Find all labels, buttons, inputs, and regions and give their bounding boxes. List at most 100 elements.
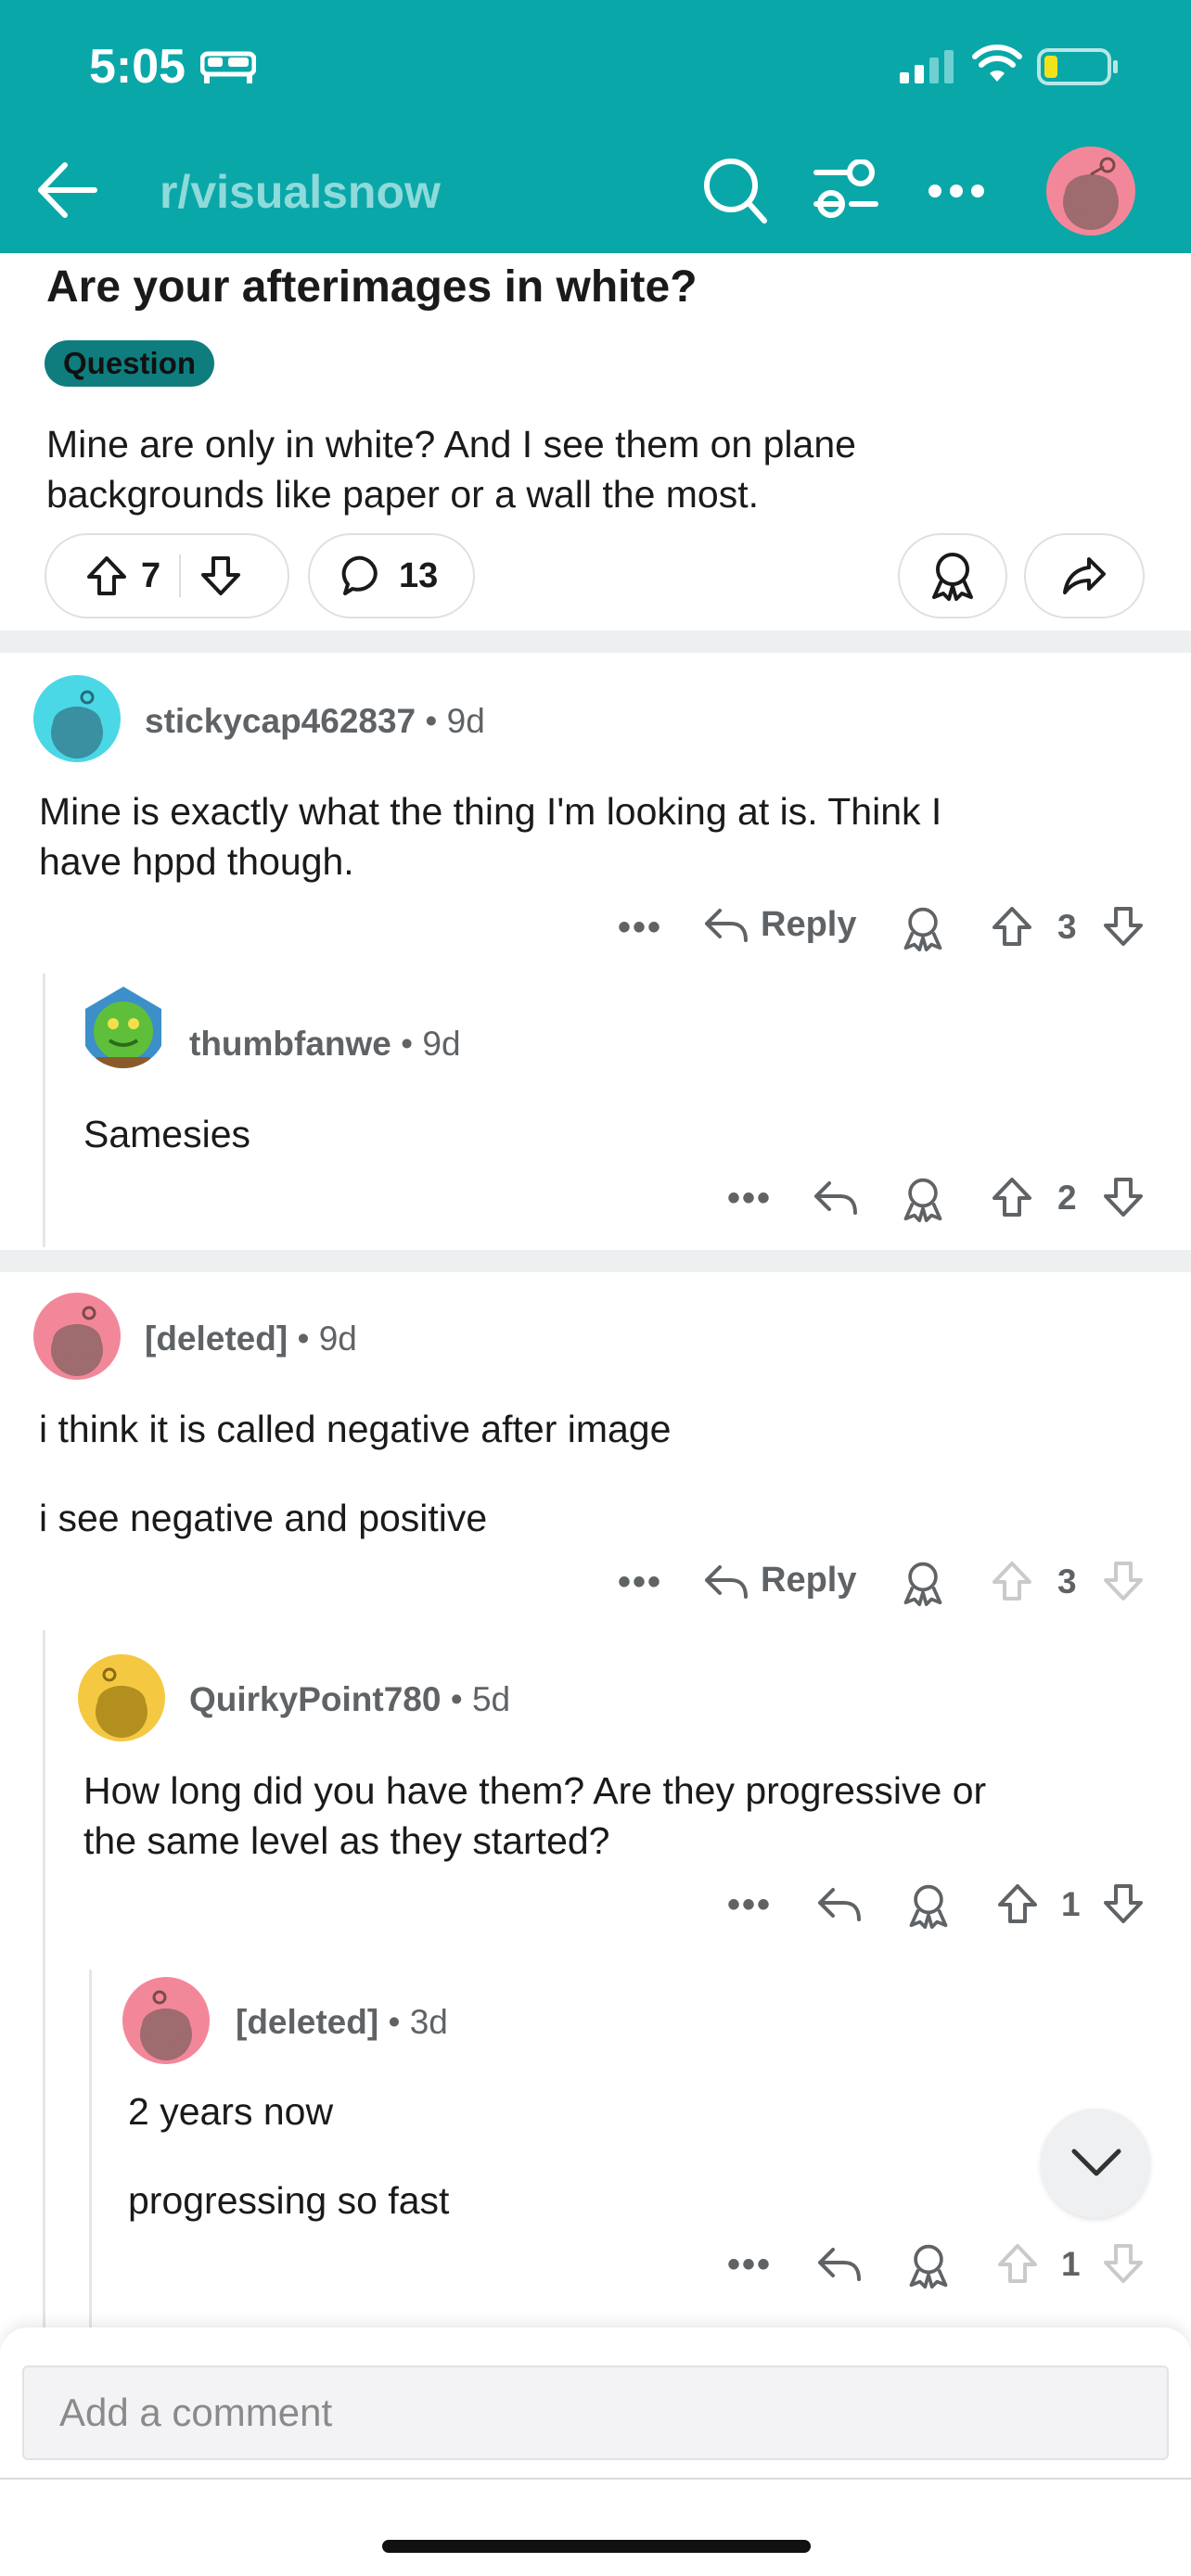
upvote-icon[interactable]	[991, 1560, 1033, 1602]
dot-separator: •	[401, 1025, 414, 1063]
comment-input[interactable]: Add a comment	[22, 2366, 1169, 2460]
comment-icon	[341, 555, 384, 597]
section-separator	[0, 631, 1191, 653]
comment-username[interactable]: stickycap462837	[145, 702, 416, 740]
post-flair[interactable]: Question	[45, 340, 215, 387]
upvote-icon[interactable]	[996, 2242, 1039, 2285]
post-body-line: backgrounds like paper or a wall the mos…	[46, 473, 760, 516]
comment-age: 5d	[471, 1680, 511, 1718]
comment-score: 3	[1057, 908, 1077, 946]
scroll-down-button[interactable]	[1041, 2109, 1150, 2218]
comment-meta: QuirkyPoint780 • 5d	[189, 1680, 510, 1719]
downvote-icon[interactable]	[1102, 1176, 1145, 1218]
more-options-button[interactable]: •••	[727, 1884, 772, 1926]
more-options-button[interactable]: •••	[727, 1178, 772, 1219]
upvote-icon[interactable]	[991, 1176, 1033, 1218]
filter-icon[interactable]	[813, 159, 879, 219]
vote-divider	[179, 555, 182, 597]
search-icon[interactable]	[701, 156, 768, 224]
downvote-icon[interactable]	[1102, 2242, 1145, 2285]
comment-meta: [deleted] • 9d	[145, 1320, 357, 1358]
more-options-button[interactable]: •••	[618, 907, 662, 949]
chevron-down-icon	[1070, 2146, 1122, 2179]
signal-icon	[900, 50, 955, 83]
comment-text-line: progressing so fast	[128, 2179, 450, 2222]
comment-text: Mine is exactly what the thing I'm looki…	[39, 786, 941, 886]
reply-icon[interactable]	[816, 1886, 863, 1923]
comment-score: 3	[1057, 1562, 1077, 1600]
post-body: Mine are only in white? And I see them o…	[46, 419, 1141, 519]
downvote-icon[interactable]	[1102, 1560, 1145, 1602]
upvote-icon[interactable]	[996, 1882, 1039, 1925]
subreddit-title[interactable]: r/visualsnow	[160, 165, 441, 219]
post-comments-button[interactable]: 13	[308, 533, 475, 618]
comment-text-line: the same level as they started?	[83, 1819, 610, 1862]
comment-text-line: Mine is exactly what the thing I'm looki…	[39, 790, 942, 833]
award-icon[interactable]	[905, 2242, 952, 2289]
status-time: 5:05	[89, 40, 186, 94]
award-icon[interactable]	[900, 905, 946, 951]
comment-username[interactable]: QuirkyPoint780	[189, 1680, 441, 1718]
avatar-icon[interactable]	[1046, 147, 1135, 236]
section-separator	[0, 1250, 1191, 1272]
comment-username[interactable]: thumbfanwe	[189, 1025, 391, 1063]
dot-separator: •	[450, 1680, 463, 1718]
dot-separator: •	[388, 2003, 401, 2041]
comment-text-line: i see negative and positive	[39, 1497, 488, 1539]
dot-separator: •	[297, 1320, 310, 1358]
comment-text-line: Samesies	[83, 1113, 251, 1155]
home-indicator[interactable]	[382, 2540, 811, 2553]
award-icon[interactable]	[900, 1176, 946, 1222]
downvote-icon[interactable]	[1102, 905, 1145, 948]
reply-icon[interactable]	[703, 907, 749, 944]
dot-separator: •	[425, 702, 438, 740]
comment-text-line: i think it is called negative after imag…	[39, 1408, 672, 1450]
battery-icon	[1037, 48, 1119, 85]
avatar-icon[interactable]	[122, 1977, 210, 2064]
award-icon[interactable]	[905, 1882, 952, 1929]
award-icon	[928, 551, 977, 601]
comment-score: 1	[1061, 2245, 1081, 2283]
avatar-icon[interactable]	[33, 1293, 121, 1380]
avatar-icon[interactable]	[33, 675, 121, 762]
avatar-icon[interactable]	[78, 1654, 165, 1741]
reply-button[interactable]: Reply	[761, 905, 856, 945]
avatar-icon[interactable]	[80, 981, 167, 1068]
more-options-button[interactable]: •••	[727, 2244, 772, 2286]
downvote-icon[interactable]	[199, 555, 242, 597]
upvote-icon[interactable]	[991, 905, 1033, 948]
award-icon[interactable]	[900, 1560, 946, 1606]
share-icon	[1061, 555, 1108, 596]
comment-text: i think it is called negative after imag…	[39, 1404, 671, 1543]
back-arrow-icon[interactable]	[33, 159, 100, 221]
comment-score: 2	[1057, 1179, 1077, 1217]
comment-score: 1	[1061, 1885, 1081, 1923]
comment-text: How long did you have them? Are they pro…	[83, 1766, 986, 1866]
share-button[interactable]	[1024, 533, 1145, 618]
more-icon[interactable]	[928, 184, 985, 198]
comment-age: 9d	[446, 702, 485, 740]
more-options-button[interactable]: •••	[618, 1562, 662, 1603]
comment-text-line: have hppd though.	[39, 840, 354, 883]
comment-username[interactable]: [deleted]	[236, 2003, 378, 2041]
reply-icon[interactable]	[813, 1180, 859, 1217]
thread-line[interactable]	[43, 1630, 45, 2327]
post-vote-count: 7	[141, 555, 161, 595]
comment-meta: thumbfanwe • 9d	[189, 1025, 461, 1064]
comment-age: 9d	[318, 1320, 357, 1358]
upvote-icon[interactable]	[85, 555, 128, 597]
comment-age: 3d	[409, 2003, 448, 2041]
post-title: Are your afterimages in white?	[46, 262, 698, 312]
thread-line[interactable]	[43, 974, 45, 1247]
reply-icon[interactable]	[703, 1563, 749, 1600]
bed-icon	[200, 48, 256, 85]
comment-meta: [deleted] • 3d	[236, 2003, 448, 2042]
award-button[interactable]	[898, 533, 1007, 618]
comment-username[interactable]: [deleted]	[145, 1320, 288, 1358]
downvote-icon[interactable]	[1102, 1882, 1145, 1925]
post-comment-count: 13	[399, 555, 439, 595]
reply-button[interactable]: Reply	[761, 1561, 856, 1600]
reply-icon[interactable]	[816, 2246, 863, 2283]
comment-age: 9d	[422, 1025, 461, 1063]
thread-line[interactable]	[89, 1970, 92, 2327]
